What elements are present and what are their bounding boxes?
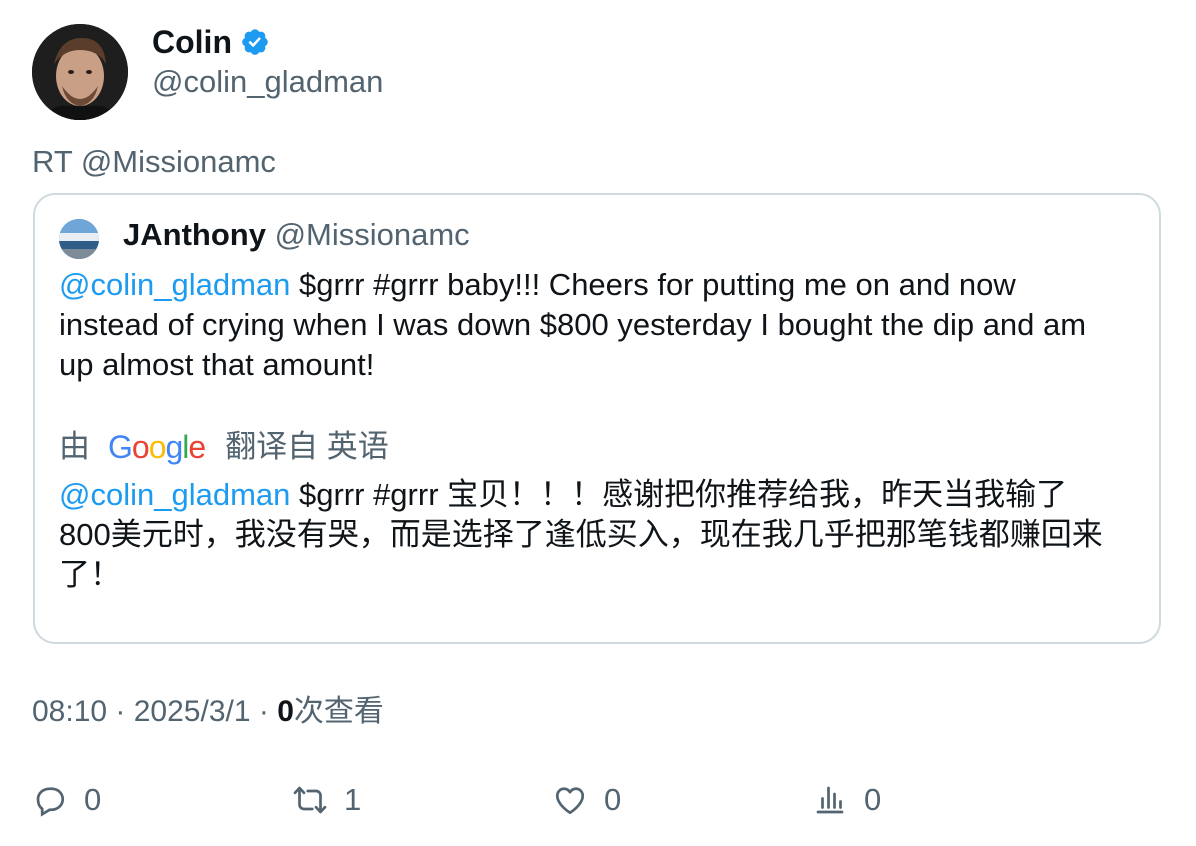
views-action-count: 0 — [864, 782, 882, 817]
google-logo: Google — [108, 429, 206, 465]
translate-suffix: 翻译自 英语 — [225, 429, 389, 464]
quoted-text-line-1: $grrr #grrr baby!!! Cheers for putting m… — [290, 267, 1016, 302]
mention-link[interactable]: @colin_gladman — [59, 267, 290, 302]
views-count: 0 — [277, 695, 294, 728]
author-avatar[interactable] — [32, 24, 128, 120]
author-display-name[interactable]: Colin — [152, 22, 232, 62]
views-button[interactable]: 0 — [812, 780, 881, 820]
translated-line-2: 800美元时，我没有哭，而是选择了逢低买入，现在我几乎把那笔钱都赚回来 — [59, 517, 1103, 552]
action-bar: 0 1 0 0 — [0, 780, 1196, 820]
quoted-tweet-text: @colin_gladman $grrr #grrr baby!!! Cheer… — [59, 265, 1144, 385]
like-button[interactable]: 0 — [552, 780, 621, 820]
tweet-meta: 08:10 · 2025/3/1 · 0次查看 — [32, 692, 384, 732]
reply-button[interactable]: 0 — [32, 780, 101, 820]
quoted-text-line-2: instead of crying when I was down $800 y… — [59, 307, 1087, 342]
author-handle[interactable]: @colin_gladman — [152, 62, 383, 102]
reply-count: 0 — [84, 782, 102, 817]
translated-tweet-text: @colin_gladman $grrr #grrr 宝贝！！！感谢把你推荐给我… — [59, 475, 1144, 595]
quoted-author-row: JAnthony @Missionamc — [123, 215, 470, 255]
translated-line-1: $grrr #grrr 宝贝！！！感谢把你推荐给我，昨天当我输了 — [290, 477, 1068, 512]
quoted-tweet-card[interactable]: JAnthony @Missionamc @colin_gladman $grr… — [33, 193, 1161, 644]
views-label: 次查看 — [293, 695, 384, 728]
translated-line-3: 了！ — [59, 557, 121, 592]
translate-prefix: 由 — [59, 429, 90, 464]
quoted-display-name[interactable]: JAnthony — [123, 217, 266, 252]
verified-badge-icon — [242, 29, 268, 55]
translated-mention-link[interactable]: @colin_gladman — [59, 477, 290, 512]
like-count: 0 — [604, 782, 622, 817]
tweet-time[interactable]: 08:10 — [32, 695, 107, 728]
retweet-button[interactable]: 1 — [292, 780, 361, 820]
meta-separator: · — [107, 695, 134, 728]
meta-separator: · — [250, 695, 278, 728]
quoted-author-avatar[interactable] — [59, 219, 99, 259]
analytics-icon — [816, 786, 844, 814]
heart-icon — [555, 787, 585, 815]
retweet-count: 1 — [344, 782, 362, 817]
retweet-icon — [293, 786, 327, 814]
quoted-handle[interactable]: @Missionamc — [275, 217, 470, 252]
retweet-text: RT @Missionamc — [32, 144, 276, 179]
quoted-text-line-3: up almost that amount! — [59, 347, 375, 382]
translation-attribution: 由 Google 翻译自 英语 — [59, 427, 389, 467]
quoted-avatar-photo — [59, 219, 99, 259]
reply-icon — [36, 787, 65, 817]
tweet-date[interactable]: 2025/3/1 — [134, 695, 251, 728]
author-name-row[interactable]: Colin — [152, 22, 270, 62]
avatar-photo — [32, 24, 128, 120]
